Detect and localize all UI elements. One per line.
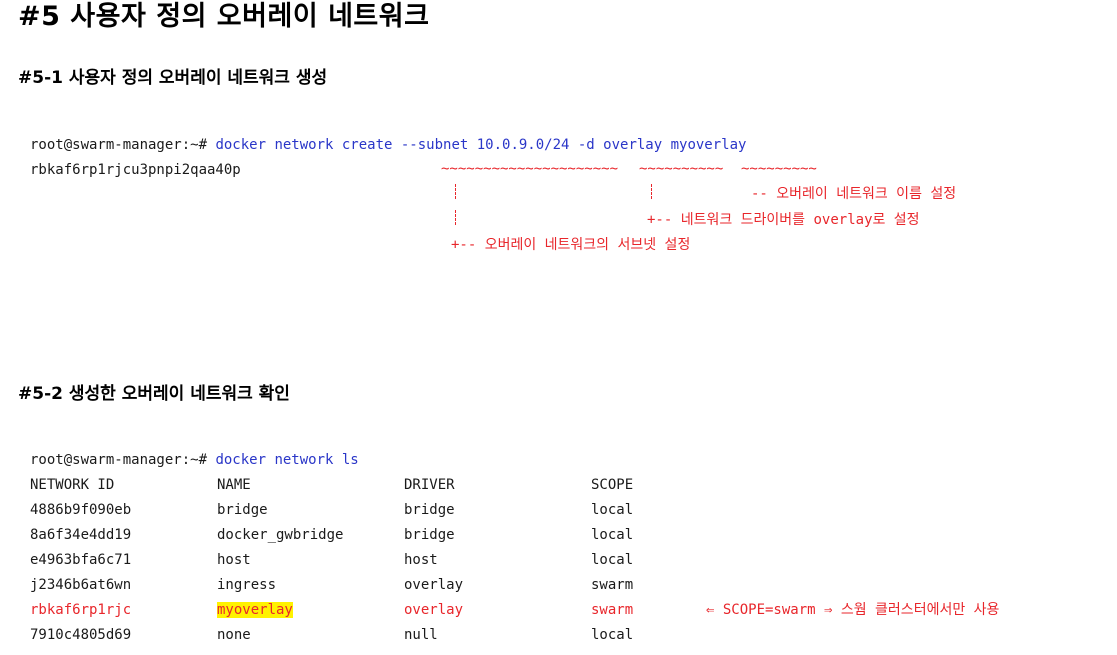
scope-note: ⇐ SCOPE=swarm ⇒ 스웜 클러스터에서만 사용 (706, 602, 1000, 618)
annotation-subnet: +-- 오버레이 네트워크의 서브넷 설정 (451, 237, 691, 253)
row-name: host (217, 552, 251, 568)
row-scope: swarm (591, 577, 634, 593)
page-title: #5 사용자 정의 오버레이 네트워크 (18, 1, 430, 32)
subnet-connector (455, 210, 457, 225)
create-output: rbkaf6rp1rjcu3pnpi2qaa40p (30, 162, 241, 178)
row-name: bridge (217, 502, 268, 518)
row-scope: local (591, 552, 634, 568)
column-header-network-id: NETWORK ID (30, 477, 115, 493)
row-driver: bridge (404, 527, 455, 543)
ls-command: docker network ls (215, 452, 359, 468)
driver-underline: ~~~~~~~~~~ (639, 161, 724, 177)
annotation-network-name: -- 오버레이 네트워크 이름 설정 (751, 186, 957, 202)
row-name-highlighted: myoverlay (217, 602, 293, 619)
name-highlight: myoverlay (217, 602, 293, 618)
row-name: ingress (217, 577, 277, 593)
row-network-id: 7910c4805d69 (30, 627, 132, 643)
row-scope: local (591, 502, 634, 518)
row-network-id: j2346b6at6wn (30, 577, 132, 593)
shell-prompt: root@swarm-manager:~# (30, 137, 216, 153)
create-command: docker network create --subnet 10.0.9.0/… (215, 137, 747, 153)
row-network-id: 8a6f34e4dd19 (30, 527, 132, 543)
row-scope: local (591, 527, 634, 543)
row-scope: swarm (591, 602, 634, 618)
row-driver: host (404, 552, 438, 568)
column-header-name: NAME (217, 477, 251, 493)
row-scope: local (591, 627, 634, 643)
row-driver: bridge (404, 502, 455, 518)
row-name: none (217, 627, 251, 643)
row-network-id: e4963bfa6c71 (30, 552, 132, 568)
section-heading-verify: #5-2 생성한 오버레이 네트워크 확인 (18, 384, 290, 404)
annotation-driver: +-- 네트워크 드라이버를 overlay로 설정 (647, 212, 920, 228)
subnet-connector (455, 184, 457, 199)
row-network-id: 4886b9f090eb (30, 502, 132, 518)
row-driver: overlay (404, 602, 464, 618)
subnet-underline: ~~~~~~~~~~~~~~~~~~~~~ (441, 161, 619, 177)
column-header-scope: SCOPE (591, 477, 634, 493)
section-heading-create: #5-1 사용자 정의 오버레이 네트워크 생성 (18, 68, 328, 88)
create-command-line: root@swarm-manager:~# docker network cre… (30, 137, 746, 154)
row-driver: null (404, 627, 438, 643)
row-name: docker_gwbridge (217, 527, 344, 543)
ls-command-line: root@swarm-manager:~# docker network ls (30, 452, 359, 469)
column-header-driver: DRIVER (404, 477, 455, 493)
row-network-id: rbkaf6rp1rjc (30, 602, 132, 618)
name-underline: ~~~~~~~~~ (741, 161, 817, 177)
row-driver: overlay (404, 577, 464, 593)
shell-prompt: root@swarm-manager:~# (30, 452, 216, 468)
driver-connector (651, 184, 653, 199)
